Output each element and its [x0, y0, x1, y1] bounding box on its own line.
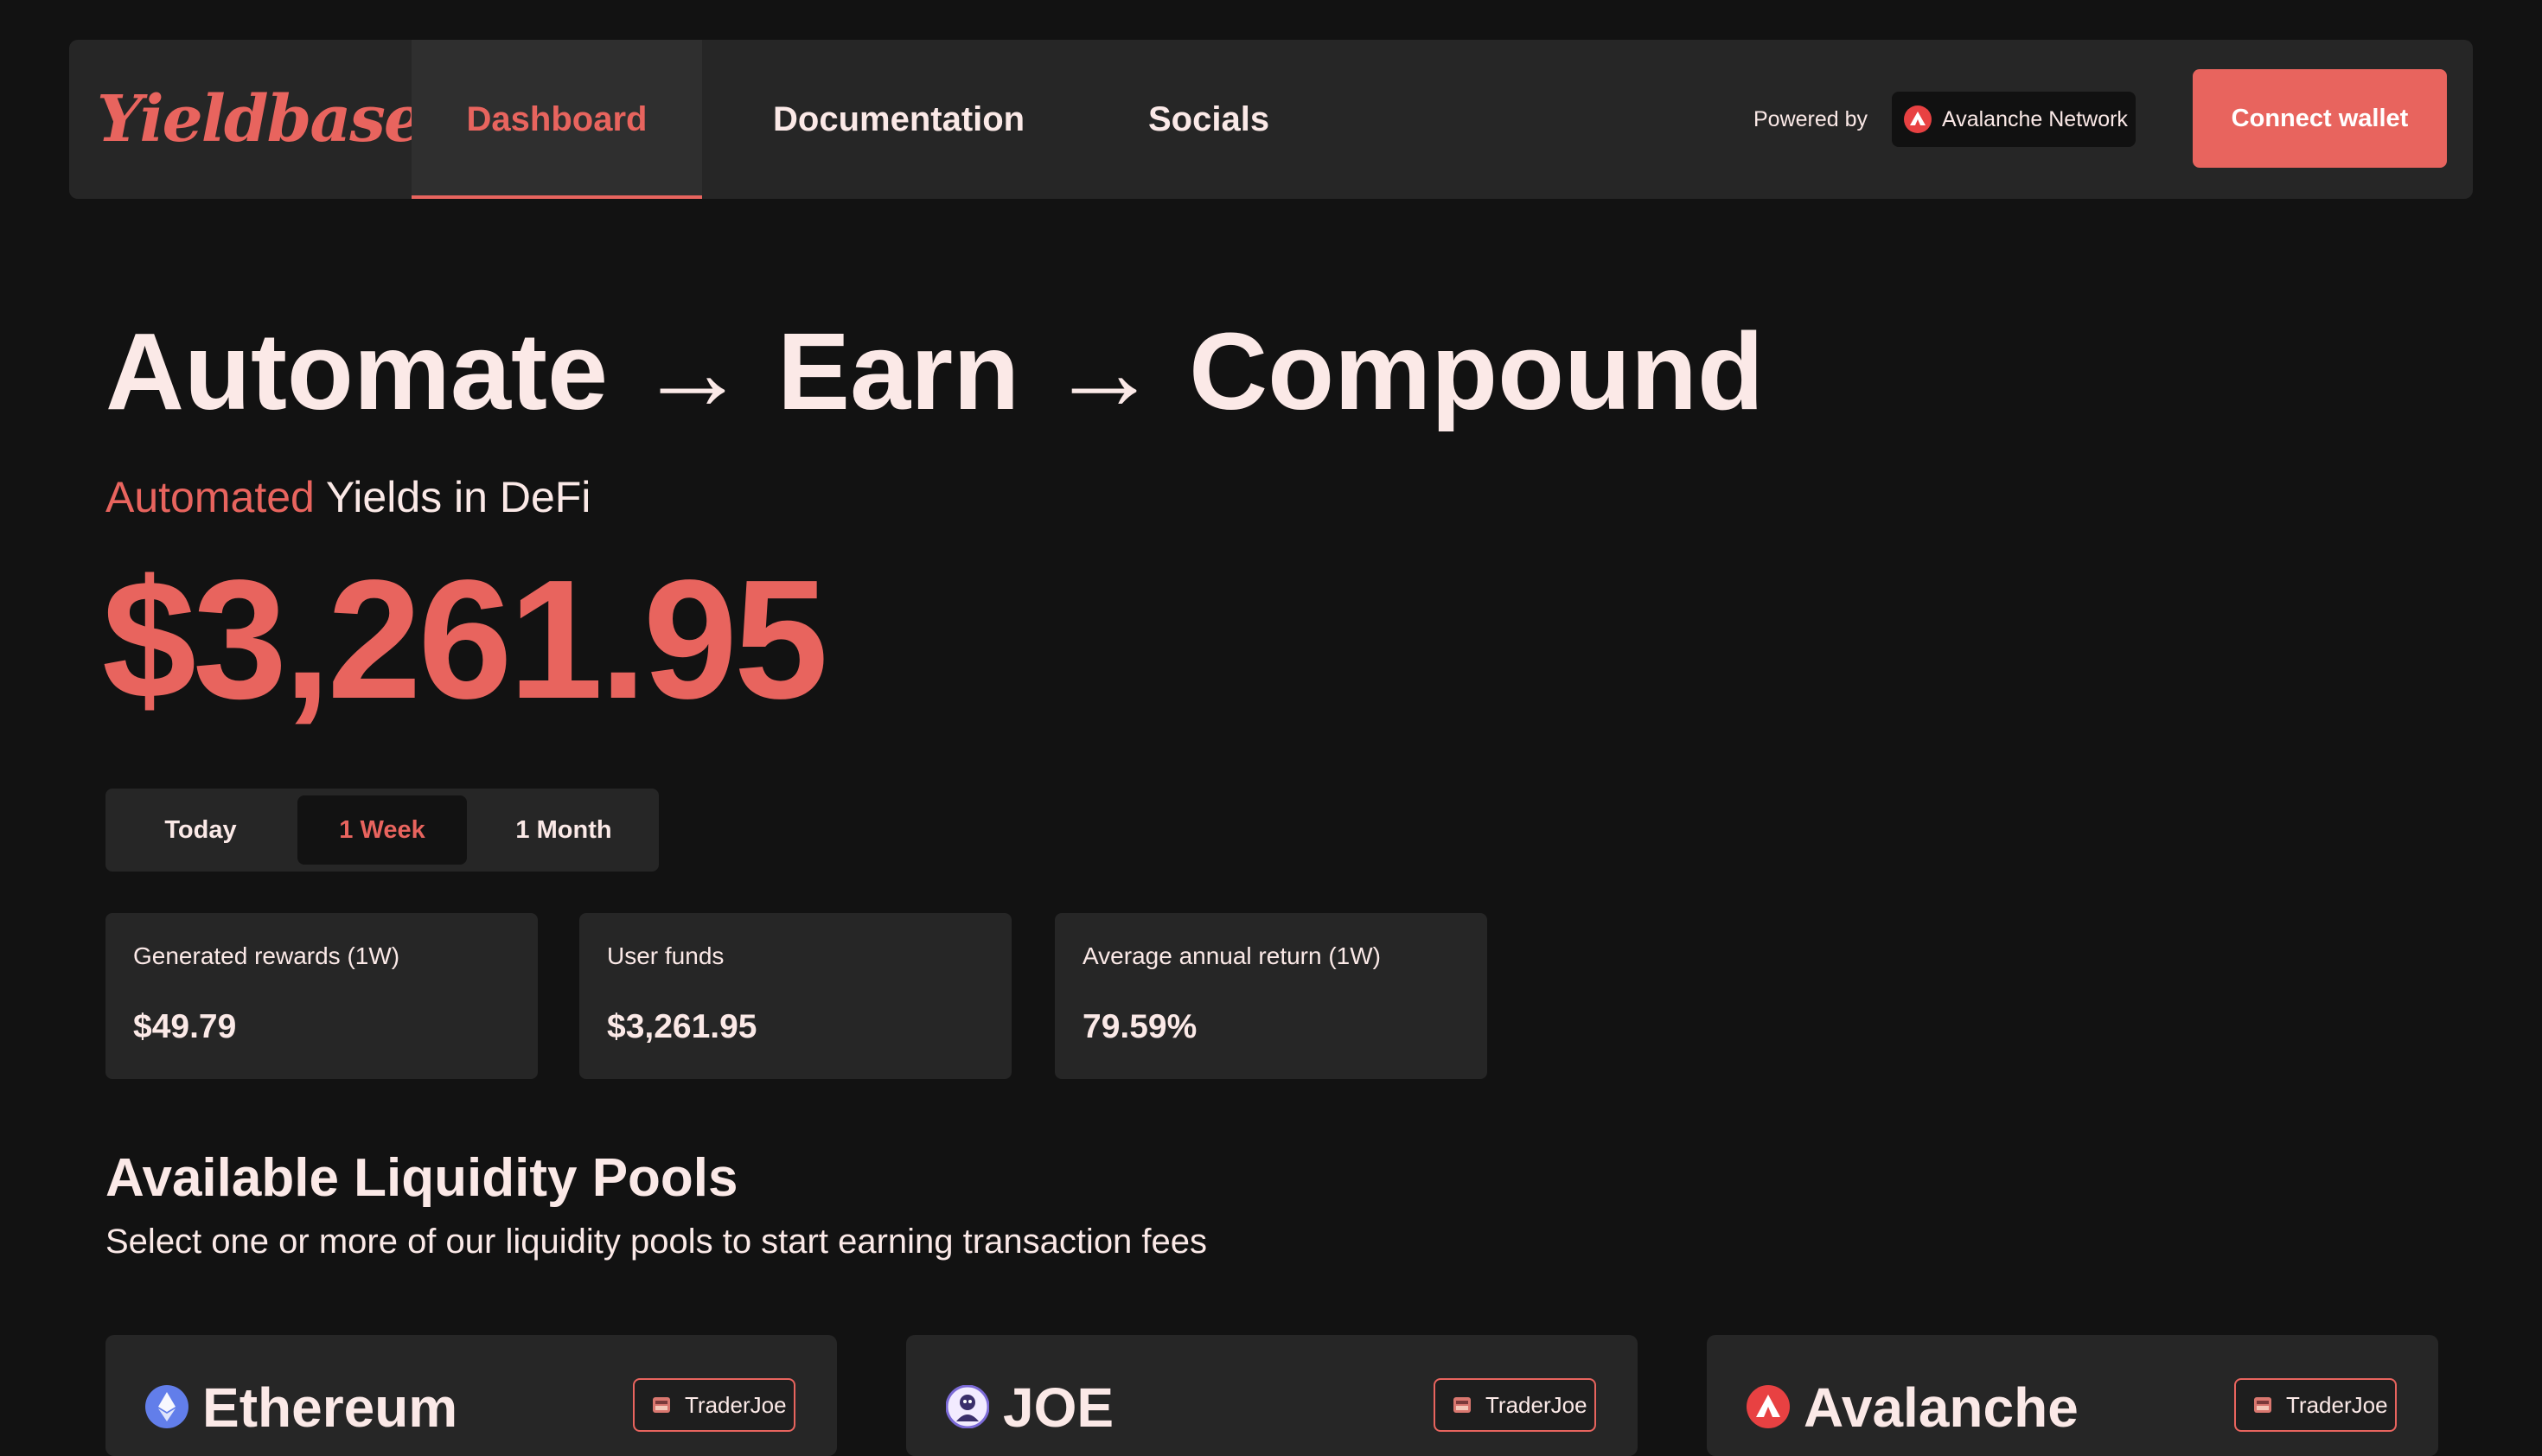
- connect-wallet-button[interactable]: Connect wallet: [2193, 69, 2447, 168]
- yieldbase-logo[interactable]: Yieldbase.: [97, 78, 445, 161]
- period-today-button[interactable]: Today: [112, 795, 289, 865]
- hero-subtitle-accent: Automated: [105, 473, 315, 521]
- tab-documentation[interactable]: Documentation: [773, 40, 1025, 199]
- traderjoe-icon: [1453, 1397, 1471, 1413]
- stat-card-user-funds: User funds $3,261.95: [579, 913, 1012, 1079]
- period-1-week-button[interactable]: 1 Week: [297, 795, 467, 865]
- pools-subheading: Select one or more of our liquidity pool…: [105, 1223, 1208, 1261]
- total-yield-amount: $3,261.95: [102, 545, 828, 734]
- dex-name: TraderJoe: [2286, 1391, 2388, 1418]
- pool-card-avalanche[interactable]: Avalanche TraderJoe: [1707, 1335, 2438, 1456]
- pool-name: JOE: [1003, 1376, 1115, 1439]
- dex-badge-traderjoe[interactable]: TraderJoe: [633, 1378, 795, 1432]
- hero-subtitle: Automated Yields in DeFi: [105, 467, 591, 527]
- stat-value: $49.79: [133, 1008, 237, 1045]
- traderjoe-icon: [2254, 1397, 2271, 1413]
- avalanche-network-badge[interactable]: Avalanche Network: [1892, 92, 2136, 147]
- stat-card-average-annual-return: Average annual return (1W) 79.59%: [1055, 913, 1487, 1079]
- pool-card-joe[interactable]: JOE TraderJoe: [906, 1335, 1638, 1456]
- dex-name: TraderJoe: [1485, 1391, 1587, 1418]
- stat-label: User funds: [607, 942, 725, 969]
- period-1-month-button[interactable]: 1 Month: [476, 795, 652, 865]
- hero-title: Automate → Earn → Compound: [105, 310, 1764, 432]
- stat-label: Average annual return (1W): [1083, 942, 1381, 969]
- period-selector: Today 1 Week 1 Month: [105, 789, 659, 872]
- traderjoe-icon: [653, 1397, 670, 1413]
- avalanche-icon: [1747, 1385, 1790, 1428]
- stat-label: Generated rewards (1W): [133, 942, 400, 969]
- pool-card-ethereum[interactable]: Ethereum TraderJoe: [105, 1335, 837, 1456]
- tab-dashboard[interactable]: Dashboard: [412, 40, 702, 199]
- powered-by-label: Powered by: [1753, 107, 1868, 131]
- stat-card-generated-rewards: Generated rewards (1W) $49.79: [105, 913, 538, 1079]
- dex-badge-traderjoe[interactable]: TraderJoe: [1434, 1378, 1596, 1432]
- dex-name: TraderJoe: [685, 1391, 787, 1418]
- pools-heading: Available Liquidity Pools: [105, 1148, 738, 1208]
- joe-icon: [946, 1385, 989, 1428]
- top-navbar: Yieldbase. Dashboard Documentation Socia…: [69, 40, 2473, 199]
- pool-name: Ethereum: [202, 1376, 458, 1439]
- network-name: Avalanche Network: [1942, 106, 2128, 131]
- tab-socials[interactable]: Socials: [1148, 40, 1269, 199]
- ethereum-icon: [145, 1385, 188, 1428]
- dex-badge-traderjoe[interactable]: TraderJoe: [2234, 1378, 2397, 1432]
- hero-subtitle-rest: Yields in DeFi: [314, 473, 591, 521]
- pool-name: Avalanche: [1804, 1376, 2079, 1439]
- stat-value: $3,261.95: [607, 1008, 757, 1045]
- avalanche-icon: [1904, 105, 1932, 133]
- stat-value: 79.59%: [1083, 1008, 1198, 1045]
